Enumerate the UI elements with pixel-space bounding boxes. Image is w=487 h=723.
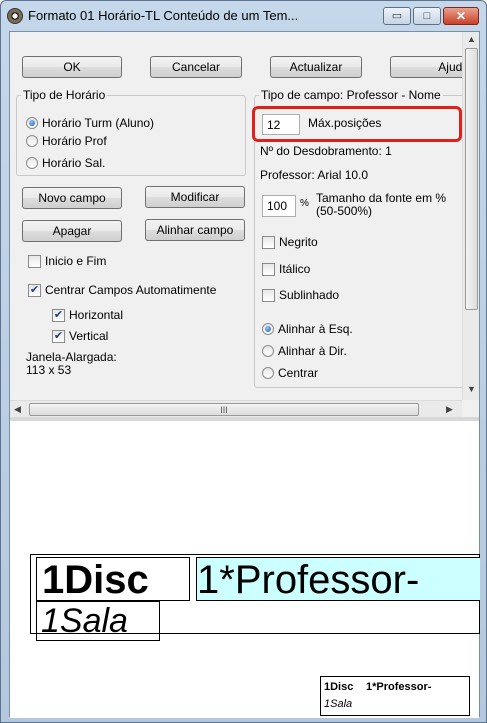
cancel-button[interactable]: Cancelar (150, 56, 242, 78)
checkbox-label: Vertical (69, 329, 109, 343)
checkbox-label: Sublinhado (279, 288, 340, 302)
radio-icon (26, 135, 38, 147)
checkbox-start-end[interactable]: Inicio e Fim (28, 254, 106, 268)
mini-preview-discipline: 1Disc (324, 681, 354, 693)
maximize-icon: □ (423, 9, 431, 22)
radio-label: Alinhar à Dir. (278, 344, 347, 358)
font-info-label: Professor: Arial 10.0 (260, 168, 369, 182)
checkbox-icon (262, 235, 275, 249)
radio-label: Centrar (278, 366, 319, 380)
checkbox-icon (262, 288, 275, 302)
checkbox-label: Itálico (279, 262, 311, 276)
radio-schedule-teacher[interactable]: Horário Prof (26, 134, 107, 148)
radio-align-left[interactable]: Alinhar à Esq. (262, 322, 353, 336)
unfold-number-label: Nº do Desdobramento: 1 (260, 144, 392, 158)
new-field-button[interactable]: Novo campo (22, 187, 122, 209)
radio-icon (262, 345, 274, 357)
settings-panel: OK Cancelar Actualizar Ajuda Tipo de Hor… (10, 32, 479, 418)
scroll-left-arrow-icon[interactable]: ◀ (14, 404, 21, 415)
radio-icon (26, 157, 38, 169)
radio-label: Alinhar à Esq. (278, 322, 353, 336)
font-size-unit: % (300, 198, 309, 209)
radio-align-right[interactable]: Alinhar à Dir. (262, 344, 347, 358)
checkbox-icon (262, 262, 275, 276)
maximize-button[interactable]: □ (413, 7, 441, 25)
radio-schedule-class[interactable]: Horário Turm (Aluno) (26, 116, 154, 130)
checkbox-underline[interactable]: Sublinhado (262, 288, 339, 302)
radio-align-center[interactable]: Centrar (262, 366, 318, 380)
preview-room: 1Sala (41, 602, 128, 640)
scroll-up-arrow-icon[interactable]: ▲ (467, 34, 476, 44)
enlarged-window-label: Janela-Alargada: (26, 350, 117, 364)
close-icon: ✕ (455, 9, 467, 23)
enlarged-window-size: 113 x 53 (26, 363, 72, 377)
schedule-type-legend: Tipo de Horário (23, 88, 106, 102)
checkbox-vertical[interactable]: ✔ Vertical (52, 329, 108, 343)
checkbox-label: Negrito (279, 235, 318, 249)
scroll-down-arrow-icon[interactable]: ▼ (467, 384, 476, 394)
font-size-range: (50-500%) (316, 204, 373, 218)
font-size-label: Tamanho da fonte em % (316, 191, 447, 205)
checkbox-label: Horizontal (69, 308, 124, 322)
scroll-right-arrow-icon[interactable]: ▶ (446, 404, 453, 415)
checkmark-icon: ✔ (28, 283, 41, 297)
field-type-legend: Tipo de campo: Professor - Nome (261, 88, 441, 102)
scroll-grip-icon: III (220, 404, 228, 415)
checkbox-label: Inicio e Fim (45, 254, 107, 268)
dialog-client-area: OK Cancelar Actualizar Ajuda Tipo de Hor… (9, 31, 480, 718)
window-title: Formato 01 Horário-TL Conteúdo de um Tem… (28, 8, 299, 23)
preview-professor: 1*Professor- (196, 557, 480, 601)
radio-label: Horário Prof (42, 134, 107, 148)
horizontal-scroll-thumb[interactable]: III (29, 403, 419, 416)
vertical-scrollbar[interactable]: ▲ ▼ (462, 32, 479, 400)
modify-button[interactable]: Modificar (145, 186, 245, 208)
radio-label: Horário Turm (Aluno) (42, 116, 155, 130)
horizontal-scrollbar[interactable]: ◀ III ▶ (10, 400, 462, 417)
preview-area: 1Disc 1*Professor- 1Sala 1Disc 1*Profess… (10, 421, 480, 718)
minimize-button[interactable]: ▭ (383, 7, 411, 25)
align-field-button[interactable]: Alinhar campo (145, 219, 245, 241)
mini-preview-room: 1Sala (324, 698, 353, 710)
delete-button[interactable]: Apagar (22, 220, 122, 242)
radio-schedule-room[interactable]: Horário Sal. (26, 156, 105, 170)
checkbox-label: Centrar Campos Automatimente (45, 283, 217, 297)
checkmark-icon: ✔ (52, 329, 65, 343)
update-button[interactable]: Actualizar (270, 56, 362, 78)
radio-icon (262, 367, 274, 379)
radio-selected-icon (26, 117, 38, 129)
checkmark-icon: ✔ (52, 308, 65, 322)
font-size-input[interactable]: 100 (262, 195, 296, 217)
close-button[interactable]: ✕ (443, 7, 479, 25)
checkbox-italic[interactable]: Itálico (262, 262, 310, 276)
radio-label: Horário Sal. (42, 156, 106, 170)
preview-discipline: 1Disc (42, 558, 149, 602)
highlight-annotation (252, 106, 462, 142)
radio-selected-icon (262, 323, 274, 335)
checkbox-icon (28, 254, 41, 268)
mini-preview-professor: 1*Professor- (366, 681, 432, 693)
vertical-scroll-thumb[interactable] (465, 48, 478, 310)
ok-button[interactable]: OK (22, 56, 122, 78)
checkbox-horizontal[interactable]: ✔ Horizontal (52, 308, 123, 322)
application-window: Formato 01 Horário-TL Conteúdo de um Tem… (0, 0, 487, 723)
minimize-icon: ▭ (391, 9, 403, 22)
title-bar[interactable]: Formato 01 Horário-TL Conteúdo de um Tem… (1, 1, 486, 31)
clock-app-icon[interactable] (7, 8, 23, 24)
checkbox-center-auto[interactable]: ✔ Centrar Campos Automatimente (28, 283, 216, 297)
checkbox-bold[interactable]: Negrito (262, 235, 318, 249)
